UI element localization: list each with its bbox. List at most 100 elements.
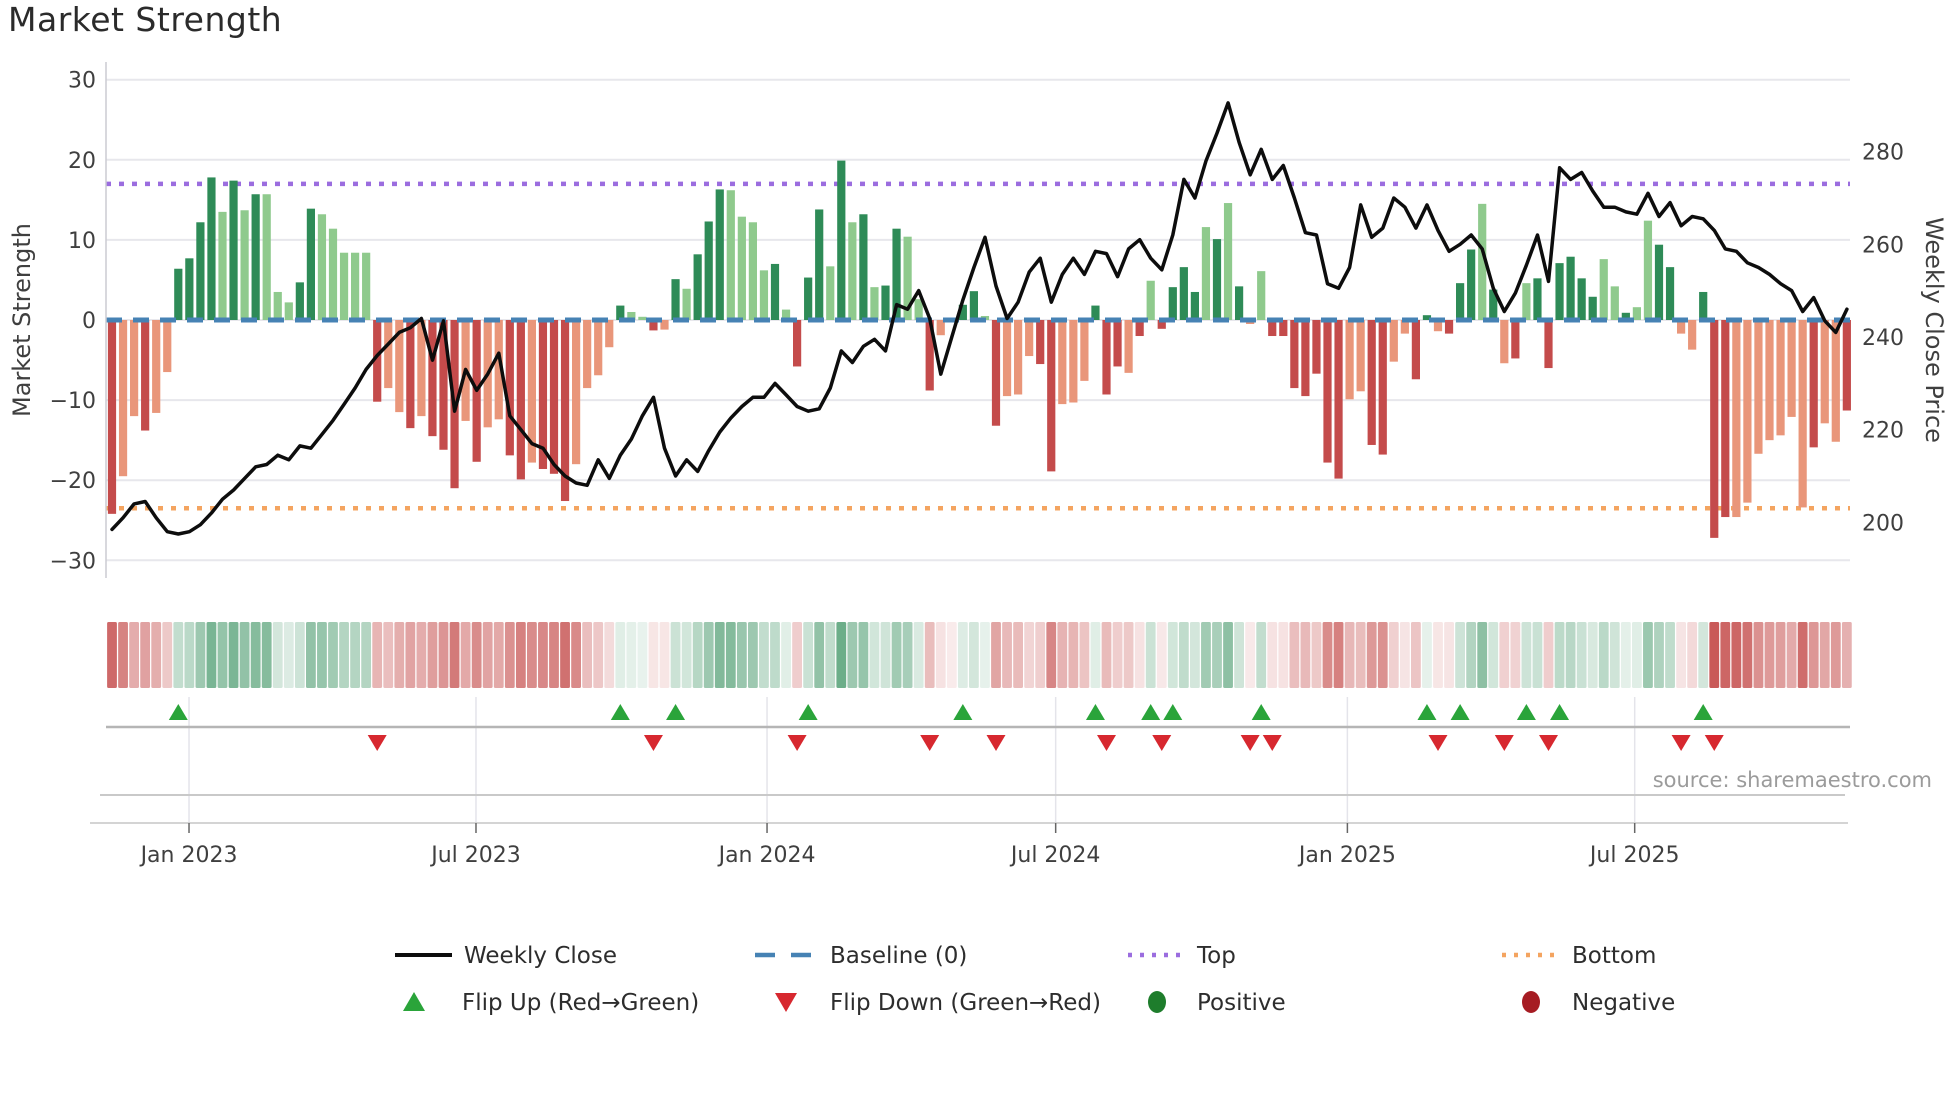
source-credit: source: sharemaestro.com bbox=[1652, 768, 1932, 792]
strength-bar bbox=[1610, 286, 1619, 320]
heatmap-cell bbox=[328, 622, 338, 688]
heatmap-cell bbox=[980, 622, 990, 688]
heatmap-cell bbox=[1510, 622, 1521, 688]
heatmap-cell bbox=[1709, 622, 1720, 688]
strength-bar bbox=[1345, 320, 1354, 400]
heatmap-cell bbox=[427, 622, 438, 688]
heatmap-cell bbox=[438, 622, 449, 688]
heatmap-cell bbox=[659, 622, 670, 688]
strength-bar bbox=[1257, 271, 1266, 320]
flip-down-marker bbox=[1539, 735, 1558, 751]
chart-canvas: Jan 2023 Jul 2023 Jan 2024 Jul 2024 Jan 2025… bbox=[8, 62, 1948, 1016]
heatmap-cell bbox=[1444, 622, 1454, 688]
legend-flip-down-label: Flip Down (Green→Red) bbox=[830, 990, 1101, 1016]
strength-bar bbox=[583, 320, 592, 389]
heatmap-cell bbox=[1300, 622, 1311, 688]
strength-bar bbox=[1444, 320, 1454, 334]
strength-bar bbox=[1323, 320, 1332, 463]
strength-bar bbox=[1080, 320, 1089, 381]
heatmap-cell bbox=[504, 622, 515, 688]
y-left-tick-label: 10 bbox=[68, 229, 96, 254]
heatmap-cell bbox=[538, 622, 548, 688]
strength-bar bbox=[218, 211, 227, 320]
heatmap-cell bbox=[880, 622, 891, 688]
strength-bar bbox=[605, 320, 614, 348]
heatmap-cell bbox=[825, 622, 836, 688]
heatmap-cell bbox=[306, 622, 316, 688]
heatmap-cell bbox=[1366, 622, 1377, 688]
strength-bar bbox=[317, 214, 327, 320]
strength-bar bbox=[174, 268, 183, 320]
strength-bar bbox=[549, 320, 559, 474]
strength-bar bbox=[306, 208, 315, 320]
strength-bar bbox=[196, 222, 205, 320]
y-right-tick-label: 260 bbox=[1862, 233, 1904, 258]
heatmap-cell bbox=[107, 622, 117, 688]
heatmap-cell bbox=[1333, 622, 1344, 688]
heatmap-cell bbox=[814, 622, 825, 688]
heatmap-cell bbox=[1731, 622, 1742, 688]
heatmap-cell bbox=[781, 622, 791, 688]
heatmap-cell bbox=[1079, 622, 1090, 688]
heatmap-cell bbox=[162, 622, 173, 688]
legend-flip-down-icon bbox=[775, 993, 797, 1012]
strength-bar bbox=[671, 279, 680, 320]
flip-down-marker bbox=[787, 735, 807, 751]
strength-bar bbox=[1654, 244, 1664, 320]
heatmap-cell bbox=[339, 622, 349, 688]
strength-bar bbox=[1356, 320, 1365, 392]
y-right-tick-label: 200 bbox=[1862, 511, 1904, 536]
heatmap-cell bbox=[582, 622, 593, 688]
heatmap-cell bbox=[361, 622, 372, 688]
strength-bar bbox=[384, 320, 393, 389]
legend-positive-dot-icon bbox=[1148, 991, 1166, 1013]
strength-bar bbox=[295, 282, 304, 320]
strength-bar bbox=[1212, 239, 1222, 320]
strength-bar bbox=[1511, 320, 1520, 359]
heatmap-cell bbox=[1819, 622, 1830, 688]
heatmap-cell bbox=[1212, 622, 1222, 688]
legend-top-label: Top bbox=[1196, 943, 1236, 969]
heatmap-cell bbox=[228, 622, 239, 688]
x-axis-tick-label: Jan 2024 bbox=[717, 843, 816, 868]
strength-bar bbox=[859, 214, 868, 320]
strength-bar bbox=[969, 291, 978, 320]
flip-up-marker bbox=[798, 704, 818, 720]
x-axis-tick-label: Jan 2025 bbox=[1297, 843, 1396, 868]
heatmap-cell bbox=[394, 622, 405, 688]
heatmap-cell bbox=[140, 622, 151, 688]
heatmap-cell bbox=[991, 622, 1001, 688]
strength-bar bbox=[1710, 320, 1719, 538]
strength-bar bbox=[1367, 320, 1376, 445]
strength-bar bbox=[1765, 320, 1774, 441]
strength-bar bbox=[1577, 278, 1586, 320]
strength-bar bbox=[1168, 287, 1177, 320]
heatmap-cell bbox=[1112, 622, 1123, 688]
heatmap-cell bbox=[372, 622, 383, 688]
y-right-tick-label: 280 bbox=[1862, 141, 1904, 166]
flip-up-marker bbox=[610, 704, 630, 720]
heatmap-cell bbox=[1002, 622, 1012, 688]
heatmap-cell bbox=[549, 622, 559, 688]
heatmap-cell bbox=[1532, 622, 1543, 688]
heatmap-cell bbox=[283, 622, 294, 688]
strength-bar bbox=[826, 266, 835, 320]
strength-bar bbox=[837, 160, 846, 320]
heatmap-cell bbox=[626, 622, 637, 688]
strength-bar bbox=[141, 320, 150, 431]
y-right-tick-label: 240 bbox=[1862, 326, 1904, 351]
strength-bar bbox=[638, 316, 647, 320]
strength-bar bbox=[704, 221, 713, 320]
strength-bar bbox=[572, 320, 581, 465]
heatmap-cell bbox=[1521, 622, 1532, 688]
heatmap-cell bbox=[217, 622, 228, 688]
strength-bar bbox=[793, 320, 802, 367]
y-left-tick-label: 0 bbox=[82, 309, 96, 334]
heatmap-cell bbox=[969, 622, 979, 688]
heatmap-cell bbox=[1145, 622, 1156, 688]
heatmap-cell bbox=[869, 622, 880, 688]
heatmap-cell bbox=[1278, 622, 1289, 688]
heatmap-cell bbox=[946, 622, 957, 688]
flip-up-marker bbox=[168, 704, 188, 720]
heatmap-cell bbox=[1388, 622, 1399, 688]
